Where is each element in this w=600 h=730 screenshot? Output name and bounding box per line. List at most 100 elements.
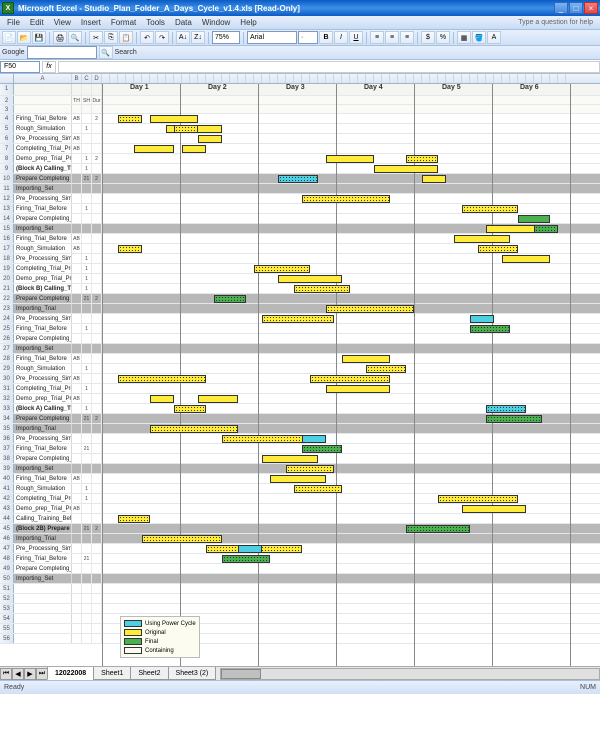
gantt-bar[interactable] (118, 115, 142, 123)
gantt-bar[interactable] (302, 445, 342, 453)
row-header[interactable]: 16 (0, 234, 14, 243)
column-header[interactable] (286, 74, 294, 83)
row-header[interactable]: 50 (0, 574, 14, 583)
column-header[interactable] (166, 74, 174, 83)
preview-button[interactable]: 🔍 (68, 31, 82, 44)
row-header[interactable]: 12 (0, 194, 14, 203)
menu-format[interactable]: Format (106, 18, 141, 27)
column-header[interactable] (374, 74, 382, 83)
gantt-bar[interactable] (454, 235, 510, 243)
paste-button[interactable]: 📋 (119, 31, 133, 44)
row-header[interactable]: 48 (0, 554, 14, 563)
row-header[interactable]: 37 (0, 444, 14, 453)
column-header[interactable]: D (92, 74, 102, 83)
gantt-bar[interactable] (270, 475, 326, 483)
gantt-bar[interactable] (150, 425, 238, 433)
gantt-bar[interactable] (222, 555, 270, 563)
gantt-bar[interactable] (198, 135, 222, 143)
close-button[interactable]: × (584, 2, 598, 14)
gantt-bar[interactable] (470, 325, 510, 333)
column-header[interactable] (182, 74, 190, 83)
copy-button[interactable]: ⎘ (104, 31, 118, 44)
bold-button[interactable]: B (319, 31, 333, 44)
gantt-bar[interactable] (302, 195, 390, 203)
column-header[interactable] (430, 74, 438, 83)
font-box[interactable]: Arial (247, 31, 297, 44)
row-header[interactable]: 44 (0, 514, 14, 523)
gantt-bar[interactable] (294, 485, 342, 493)
column-header[interactable] (318, 74, 326, 83)
row-header[interactable]: 55 (0, 624, 14, 633)
fillcolor-button[interactable]: 🪣 (472, 31, 486, 44)
column-header[interactable] (278, 74, 286, 83)
column-header[interactable] (254, 74, 262, 83)
column-header[interactable] (534, 74, 542, 83)
column-header[interactable] (486, 74, 494, 83)
gantt-bar[interactable] (214, 295, 246, 303)
percent-button[interactable]: % (436, 31, 450, 44)
row-header[interactable]: 42 (0, 494, 14, 503)
borders-button[interactable]: ▦ (457, 31, 471, 44)
sort-asc-button[interactable]: A↓ (176, 31, 190, 44)
save-button[interactable]: 💾 (32, 31, 46, 44)
italic-button[interactable]: I (334, 31, 348, 44)
row-header[interactable]: 17 (0, 244, 14, 253)
row-header[interactable]: 32 (0, 394, 14, 403)
align-left-button[interactable]: ≡ (370, 31, 384, 44)
gantt-bar[interactable] (302, 435, 326, 443)
gantt-bar[interactable] (462, 505, 526, 513)
row-header[interactable]: 45 (0, 524, 14, 533)
new-button[interactable]: 📄 (2, 31, 16, 44)
row-header[interactable]: 52 (0, 594, 14, 603)
row-header[interactable]: 51 (0, 584, 14, 593)
sheet-tab[interactable]: Sheet3 (2) (168, 667, 217, 680)
row-header[interactable]: 33 (0, 404, 14, 413)
row-header[interactable]: 13 (0, 204, 14, 213)
row-header[interactable]: 34 (0, 414, 14, 423)
gantt-bar[interactable] (174, 405, 206, 413)
cut-button[interactable]: ✂ (89, 31, 103, 44)
column-header[interactable] (470, 74, 478, 83)
row-header[interactable]: 56 (0, 634, 14, 643)
align-right-button[interactable]: ≡ (400, 31, 414, 44)
gantt-bar[interactable] (278, 275, 342, 283)
menu-file[interactable]: File (2, 18, 25, 27)
row-header[interactable]: 53 (0, 604, 14, 613)
column-header[interactable] (382, 74, 390, 83)
column-header[interactable] (310, 74, 318, 83)
row-header[interactable]: 15 (0, 224, 14, 233)
column-header[interactable] (478, 74, 486, 83)
column-header[interactable] (342, 74, 350, 83)
row-header[interactable]: 39 (0, 464, 14, 473)
menu-help[interactable]: Help (235, 18, 261, 27)
gantt-bar[interactable] (326, 385, 390, 393)
column-header[interactable] (230, 74, 238, 83)
column-header[interactable] (438, 74, 446, 83)
column-header[interactable] (222, 74, 230, 83)
fontcolor-button[interactable]: A (487, 31, 501, 44)
column-header[interactable] (406, 74, 414, 83)
redo-button[interactable]: ↷ (155, 31, 169, 44)
row-header[interactable]: 27 (0, 344, 14, 353)
gantt-bar[interactable] (262, 315, 334, 323)
gantt-bar[interactable] (182, 145, 206, 153)
gantt-bar[interactable] (262, 455, 318, 463)
row-header[interactable]: 11 (0, 184, 14, 193)
row-header[interactable]: 38 (0, 454, 14, 463)
row-header[interactable]: 28 (0, 354, 14, 363)
column-header[interactable] (334, 74, 342, 83)
column-header[interactable] (390, 74, 398, 83)
gantt-bar[interactable] (422, 175, 446, 183)
row-header[interactable]: 4 (0, 114, 14, 123)
row-header[interactable]: 14 (0, 214, 14, 223)
column-header[interactable] (150, 74, 158, 83)
row-header[interactable]: 46 (0, 534, 14, 543)
row-header[interactable]: 31 (0, 384, 14, 393)
column-header[interactable] (518, 74, 526, 83)
column-header[interactable] (398, 74, 406, 83)
gantt-bar[interactable] (150, 115, 198, 123)
column-header[interactable] (510, 74, 518, 83)
row-header[interactable]: 40 (0, 474, 14, 483)
menu-tools[interactable]: Tools (141, 18, 170, 27)
gantt-bar[interactable] (470, 315, 494, 323)
